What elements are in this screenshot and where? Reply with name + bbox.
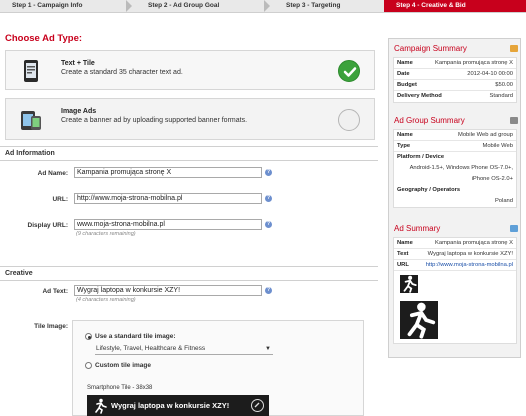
help-icon[interactable]: ?	[265, 169, 272, 176]
ad-group-summary-row: Geography / Operators	[397, 187, 461, 193]
ad-summary-row: URL http://www.moja-strona-mobilna.pl	[394, 260, 516, 271]
ad-name-label: Ad Name:	[37, 170, 68, 177]
unselected-radio-icon[interactable]	[338, 109, 360, 131]
ad-group-summary-title: Ad Group Summary	[394, 116, 465, 125]
custom-tile-radio[interactable]	[85, 362, 92, 369]
ad-text-label: Ad Text:	[42, 288, 68, 295]
ad-text-hint: (4 characters remaining)	[76, 297, 136, 303]
help-icon[interactable]: ?	[265, 195, 272, 202]
smartphone-tile-label: Smartphone Tile - 38x38	[87, 385, 153, 391]
small-tile-runner-icon	[400, 275, 418, 293]
ad-summary-row: Text Wygraj laptopa w konkursie XZY!	[394, 249, 516, 260]
url-input[interactable]: http://www.moja-strona-mobilna.pl	[74, 193, 262, 204]
help-icon[interactable]: ?	[265, 287, 272, 294]
campaign-summary-row: Name Kampania promująca stronę X	[394, 58, 516, 69]
ad-group-summary-row: Poland	[494, 198, 513, 204]
large-tile-runner-icon	[400, 301, 438, 339]
tile-image-panel: Use a standard tile image: Lifestyle, Tr…	[72, 320, 364, 416]
display-url-hint: (9 characters remaining)	[76, 231, 136, 237]
ad-icon	[510, 225, 518, 232]
ad-summary-row: Name Kampania promująca stronę X	[394, 238, 516, 249]
ad-text-input[interactable]: Wygraj laptopa w konkursie XZY!	[74, 285, 262, 296]
creative-title: Creative	[5, 270, 33, 277]
step-2-ad-group-goal[interactable]: Step 2 - Ad Group Goal	[136, 0, 266, 12]
tile-image-label: Tile Image:	[34, 323, 68, 330]
ad-group-summary-row: Type Mobile Web	[394, 141, 516, 152]
step-separator	[126, 0, 132, 12]
step-separator	[264, 0, 270, 12]
campaign-summary-row: Budget $50.00	[394, 80, 516, 91]
divider	[0, 280, 378, 281]
ad-summary-tiles	[394, 271, 516, 343]
text-tile-title: Text + Tile	[61, 60, 95, 67]
display-url-input[interactable]: www.moja-strona-mobilna.pl	[74, 219, 262, 230]
help-icon[interactable]: ?	[265, 221, 272, 228]
ad-type-option-image-ads[interactable]: Image Ads Create a banner ad by uploadin…	[5, 98, 375, 140]
step-1-campaign-info[interactable]: Step 1 - Campaign Info	[0, 0, 130, 12]
ad-group-summary-row: Android-1.5+, Windows Phone OS-7.0+,	[409, 165, 513, 171]
ad-summary-table: Name Kampania promująca stronę X Text Wygr…	[393, 237, 517, 344]
summary-panel: Campaign Summary Name Kampania promująca …	[388, 38, 521, 358]
url-label: URL:	[52, 196, 68, 203]
phone-text-icon	[19, 59, 43, 83]
image-ads-title: Image Ads	[61, 108, 97, 115]
campaign-summary-table: Name Kampania promująca stronę X Date 2012…	[393, 57, 517, 103]
phone-image-icon	[19, 108, 43, 132]
campaign-summary-row: Delivery Method Standard	[397, 93, 513, 99]
tile-category-value: Lifestyle, Travel, Healthcare & Fitness	[96, 345, 206, 352]
ad-summary-title: Ad Summary	[394, 224, 441, 233]
folder-icon	[510, 117, 518, 124]
tile-category-select[interactable]: Lifestyle, Travel, Healthcare & Fitness …	[95, 344, 273, 355]
step-3-targeting[interactable]: Step 3 - Targeting	[274, 0, 384, 12]
choose-ad-type-title: Choose Ad Type:	[5, 33, 83, 44]
ad-name-input[interactable]: Kampania promująca stronę X	[74, 167, 262, 178]
standard-tile-radio[interactable]	[85, 333, 92, 340]
display-url-label: Display URL:	[27, 222, 68, 229]
divider	[0, 146, 378, 147]
tile-preview-text: Wygraj laptopa w konkursie XZY!	[111, 401, 230, 410]
custom-tile-label: Custom tile image	[95, 362, 151, 369]
image-ads-description: Create a banner ad by uploading supporte…	[61, 117, 248, 124]
standard-tile-label: Use a standard tile image:	[95, 333, 176, 340]
ad-type-option-text-tile[interactable]: Text + Tile Create a standard 35 charact…	[5, 50, 375, 90]
chevron-down-icon: ▼	[265, 346, 271, 352]
ad-group-summary-row: Name Mobile Web ad group	[394, 130, 516, 141]
wizard-steps: Step 1 - Campaign Info Step 2 - Ad Group…	[0, 0, 526, 13]
selected-check-icon[interactable]	[338, 60, 360, 82]
text-tile-description: Create a standard 35 character text ad.	[61, 69, 183, 76]
divider	[0, 266, 378, 267]
briefcase-icon	[510, 45, 518, 52]
campaign-summary-title: Campaign Summary	[394, 44, 467, 53]
tile-preview: Wygraj laptopa w konkursie XZY!	[87, 395, 269, 416]
compass-icon	[251, 399, 264, 412]
ad-group-summary-table: Name Mobile Web ad group Type Mobile Web P…	[393, 129, 517, 208]
ad-group-summary-row: Platform / Device	[397, 154, 445, 160]
step-4-creative-bid[interactable]: Step 4 - Creative & Bid	[384, 0, 526, 12]
campaign-summary-row: Date 2012-04-10 00:00	[394, 69, 516, 80]
ad-information-title: Ad Information	[5, 150, 55, 157]
ad-group-summary-row: iPhone OS-2.0+	[471, 176, 513, 182]
divider	[0, 160, 378, 161]
runner-icon	[93, 398, 107, 414]
